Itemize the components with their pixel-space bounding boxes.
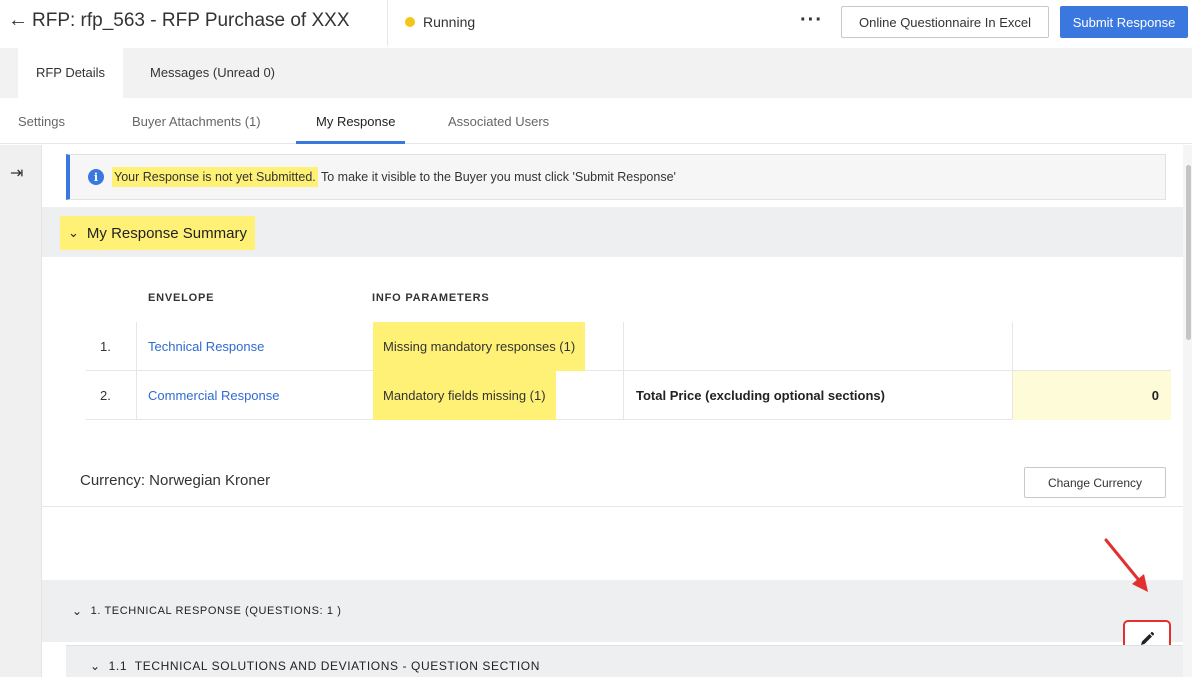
row-number: 2. [100, 388, 111, 403]
table-row: 1. Technical Response Missing mandatory … [86, 322, 1171, 371]
tab-settings[interactable]: Settings [18, 114, 65, 129]
page-title: RFP: rfp_563 - RFP Purchase of XXX [32, 10, 350, 31]
column-header-envelope: ENVELOPE [148, 292, 215, 304]
active-tab-indicator [296, 141, 405, 144]
technical-response-toggle[interactable]: ⌄ 1. TECHNICAL RESPONSE (QUESTIONS: 1 ) [72, 604, 341, 618]
info-icon: i [88, 169, 104, 185]
column-divider [1012, 322, 1013, 419]
tab-messages[interactable]: Messages (Unread 0) [150, 48, 275, 98]
section-title: 1. TECHNICAL RESPONSE (QUESTIONS: 1 ) [90, 605, 342, 617]
tab-my-response[interactable]: My Response [316, 114, 395, 129]
primary-tab-bar: RFP Details Messages (Unread 0) [0, 48, 1192, 98]
secondary-tab-bar: Settings Buyer Attachments (1) My Respon… [0, 98, 1192, 144]
status-label: Running [423, 14, 476, 30]
status-dot-icon [405, 17, 415, 27]
banner-highlight-text: Your Response is not yet Submitted. [112, 167, 318, 187]
envelope-link-commercial[interactable]: Commercial Response [148, 371, 280, 420]
subsection-title: 1.1 TECHNICAL SOLUTIONS AND DEVIATIONS -… [108, 659, 540, 673]
total-price-value: 0 [1012, 371, 1171, 420]
scrollbar-thumb[interactable] [1186, 165, 1191, 340]
total-price-label: Total Price (excluding optional sections… [636, 388, 885, 403]
info-banner: i Your Response is not yet Submitted. To… [66, 154, 1166, 200]
more-options-button[interactable]: ··· [800, 9, 823, 32]
row-number: 1. [100, 339, 111, 354]
online-questionnaire-excel-button[interactable]: Online Questionnaire In Excel [841, 6, 1049, 38]
red-arrow-annotation [1104, 538, 1148, 592]
header-divider [387, 0, 388, 46]
change-currency-button[interactable]: Change Currency [1024, 467, 1166, 498]
submit-response-button[interactable]: Submit Response [1060, 6, 1188, 38]
divider [42, 506, 1183, 507]
currency-label: Currency: Norwegian Kroner [80, 472, 271, 489]
summary-title: My Response Summary [86, 224, 247, 242]
chevron-down-icon: ⌄ [72, 604, 83, 618]
arrow-left-icon[interactable]: ← [8, 9, 28, 32]
status-badge: Running [405, 14, 475, 30]
chevron-down-icon: ⌄ [68, 225, 79, 240]
column-header-info-parameters: INFO PARAMETERS [372, 292, 490, 304]
tab-associated-users[interactable]: Associated Users [448, 114, 549, 129]
top-header: ← RFP: rfp_563 - RFP Purchase of XXX Run… [0, 0, 1192, 46]
envelope-link-technical[interactable]: Technical Response [148, 322, 264, 371]
chevron-down-icon: ⌄ [90, 659, 101, 673]
collapse-panel-icon[interactable]: ⇥ [10, 163, 23, 183]
tab-rfp-details[interactable]: RFP Details [18, 48, 123, 98]
total-price-value [1012, 322, 1171, 371]
info-parameter-text: Mandatory fields missing (1) [373, 371, 556, 420]
info-parameter-cell: Mandatory fields missing (1) [373, 371, 556, 420]
column-divider [136, 322, 137, 419]
tab-buyer-attachments[interactable]: Buyer Attachments (1) [132, 114, 261, 129]
column-divider [623, 322, 624, 419]
subsection-toggle[interactable]: ⌄ 1.1 TECHNICAL SOLUTIONS AND DEVIATIONS… [90, 659, 540, 673]
summary-toggle[interactable]: ⌄ My Response Summary [60, 216, 255, 250]
info-parameter-text: Missing mandatory responses (1) [373, 322, 586, 371]
banner-text: To make it visible to the Buyer you must… [317, 170, 676, 184]
info-parameter-cell: Missing mandatory responses (1) [373, 322, 586, 371]
left-side-panel: ⇥ [0, 145, 42, 677]
table-row: 2. Commercial Response Mandatory fields … [86, 371, 1171, 420]
